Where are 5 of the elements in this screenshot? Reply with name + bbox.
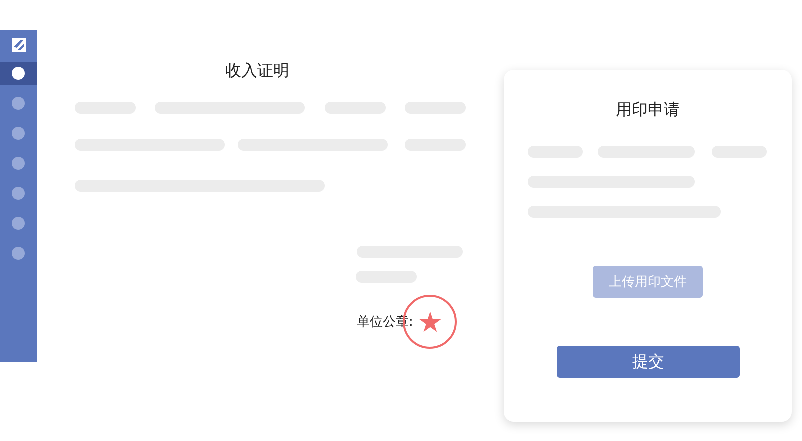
submit-button[interactable]: 提交 (557, 346, 740, 378)
logo-icon (12, 38, 26, 52)
document-title: 收入证明 (224, 61, 290, 81)
card-title: 用印申请 (615, 100, 681, 120)
nav-item[interactable] (0, 62, 37, 85)
